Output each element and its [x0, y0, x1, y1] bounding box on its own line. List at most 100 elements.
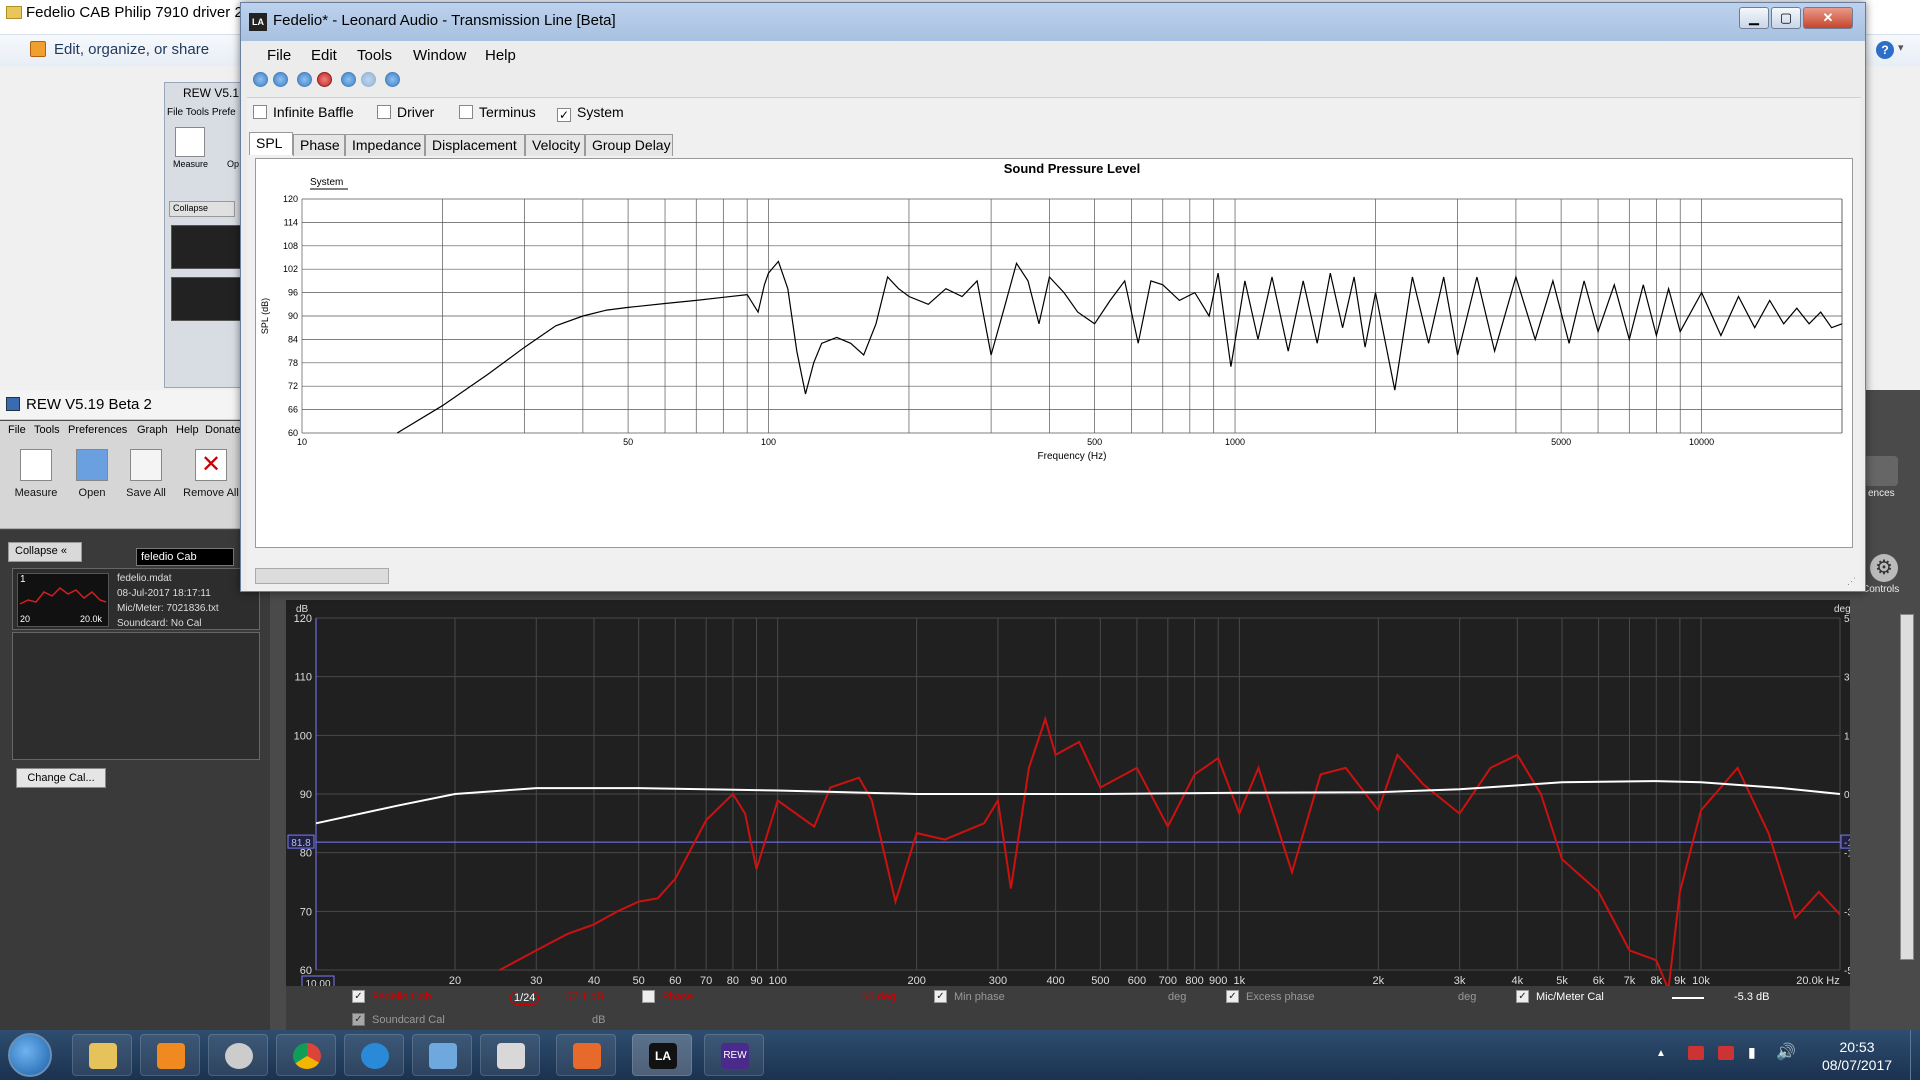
remote-desktop-taskbar-icon[interactable]	[412, 1034, 472, 1076]
resize-grip-icon[interactable]: ⋰	[1847, 576, 1856, 587]
open-icon[interactable]	[273, 72, 288, 87]
x-tick-label: 10000	[1689, 437, 1714, 447]
menu-graph[interactable]: Graph	[137, 424, 168, 436]
horizontal-scrollbar[interactable]	[255, 568, 389, 584]
chrome-taskbar-icon[interactable]	[276, 1034, 336, 1076]
rew-small-menu[interactable]: File Tools Prefe	[167, 107, 236, 118]
clock[interactable]: 20:53 08/07/2017	[1812, 1038, 1902, 1074]
menu-donate[interactable]: Donate	[205, 424, 240, 436]
x-tick-label: 100	[761, 437, 776, 447]
show-desktop-button[interactable]	[1910, 1030, 1920, 1080]
minimize-icon[interactable]: ▁	[1739, 7, 1769, 29]
save-all-button[interactable]: Save All	[118, 447, 174, 519]
fedelio-cab-checkbox[interactable]: ✓	[352, 990, 365, 1003]
terminus-checkbox[interactable]: Terminus	[459, 104, 536, 120]
smoothing-value[interactable]: 1/24	[510, 991, 540, 1005]
forward-icon[interactable]	[361, 72, 376, 87]
x-tick-label: 50	[623, 437, 633, 447]
menu-file[interactable]: File	[267, 47, 291, 64]
explorer-title: Fedelio CAB Philip 7910 driver 24	[26, 4, 252, 21]
change-cal-button[interactable]: Change Cal...	[16, 768, 106, 788]
fedelio-cab-label: Fedelio Cab	[372, 991, 432, 1003]
stop-icon[interactable]	[317, 72, 332, 87]
folder-icon	[89, 1043, 117, 1069]
measure-button[interactable]: Measure	[8, 447, 64, 519]
y-unit-label: dB	[296, 604, 309, 615]
new-icon[interactable]	[253, 72, 268, 87]
menu-edit[interactable]: Edit	[311, 47, 337, 64]
menu-preferences[interactable]: Preferences	[68, 424, 127, 436]
action-center-icon[interactable]	[1688, 1046, 1704, 1060]
menu-tools[interactable]: Tools	[357, 47, 392, 64]
remove-all-button[interactable]: ✕ Remove All	[178, 447, 244, 519]
x-tick-label: 10k	[1692, 975, 1710, 986]
tab-group-delay[interactable]: Group Delay	[585, 134, 673, 156]
volume-icon[interactable]: 🔊	[1776, 1042, 1796, 1062]
min-phase-checkbox[interactable]: ✓	[934, 990, 947, 1003]
system-checkbox[interactable]: ✓ System	[557, 104, 624, 122]
legend-label: System	[310, 177, 343, 188]
x-tick-label: 5k	[1556, 975, 1568, 986]
phase-checkbox[interactable]	[642, 990, 655, 1003]
ie-taskbar-icon[interactable]	[344, 1034, 404, 1076]
driver-checkbox[interactable]: Driver	[377, 104, 434, 120]
media-player-taskbar-icon[interactable]	[140, 1034, 200, 1076]
collapse-button[interactable]: Collapse	[169, 201, 235, 217]
calculator-taskbar-icon[interactable]	[480, 1034, 540, 1076]
soundcard-cal-unit: dB	[592, 1014, 606, 1026]
menu-tools[interactable]: Tools	[34, 424, 60, 436]
menu-help[interactable]: Help	[176, 424, 199, 436]
spl-chart-svg: Sound Pressure Level60667278849096102108…	[260, 161, 1843, 462]
power-icon[interactable]	[1718, 1046, 1734, 1060]
tab-impedance[interactable]: Impedance	[345, 134, 425, 156]
soundcard-cal-checkbox[interactable]: ✓	[352, 1013, 365, 1026]
show-hidden-icons-icon[interactable]: ▲	[1656, 1048, 1666, 1059]
network-icon[interactable]: ▮	[1748, 1044, 1756, 1061]
excess-phase-unit: deg	[1458, 991, 1477, 1003]
record-icon[interactable]	[297, 72, 312, 87]
circle-app-taskbar-icon[interactable]	[208, 1034, 268, 1076]
back-icon[interactable]	[341, 72, 356, 87]
measurement-item[interactable]: 1 20 20.0k fedelio.mdat 08-Jul-2017 18:1…	[12, 568, 260, 630]
mic-cal-checkbox[interactable]: ✓	[1516, 990, 1529, 1003]
help-icon[interactable]: ?	[1876, 41, 1894, 59]
preferences-icon[interactable]	[1864, 456, 1898, 486]
excess-phase-checkbox[interactable]: ✓	[1226, 990, 1239, 1003]
explorer-command-label[interactable]: Edit, organize, or share	[54, 41, 209, 58]
soundcard-cal-label: Soundcard Cal	[372, 1014, 445, 1026]
open-label: Op	[227, 159, 240, 169]
tab-displacement[interactable]: Displacement	[425, 134, 525, 156]
chevron-down-icon[interactable]: ▾	[1898, 41, 1904, 54]
menu-window[interactable]: Window	[413, 47, 466, 64]
menu-help[interactable]: Help	[485, 47, 516, 64]
infinite-baffle-checkbox[interactable]: Infinite Baffle	[253, 104, 354, 120]
play-icon[interactable]	[385, 72, 400, 87]
vertical-scrollbar[interactable]	[1900, 614, 1914, 960]
open-button[interactable]: Open	[64, 447, 120, 519]
rew-graph[interactable]: 120110100908070605403601800-180-360-540d…	[286, 600, 1868, 994]
rew-small-title: REW V5.1	[183, 86, 240, 100]
measure-icon[interactable]	[175, 127, 205, 157]
menu-file[interactable]: File	[8, 424, 26, 436]
tab-spl[interactable]: SPL	[249, 132, 293, 155]
rew-taskbar-icon[interactable]: REW	[704, 1034, 764, 1076]
start-button[interactable]	[8, 1033, 52, 1077]
y2-tick-label: -360	[1844, 907, 1850, 918]
paint-taskbar-icon[interactable]	[556, 1034, 616, 1076]
measurement-thumb[interactable]	[171, 277, 241, 321]
measure-icon	[20, 449, 52, 481]
close-icon[interactable]: ✕	[1803, 7, 1853, 29]
x-tick-label: 20.0k Hz	[1796, 975, 1839, 986]
leonard-audio-taskbar-icon[interactable]: LA	[632, 1034, 692, 1076]
tab-phase[interactable]: Phase	[293, 134, 345, 156]
y2-tick-label: -180	[1844, 849, 1850, 860]
collapse-button[interactable]: Collapse «	[8, 542, 82, 562]
y-tick-label: 70	[300, 906, 312, 918]
maximize-icon[interactable]: ▢	[1771, 7, 1801, 29]
explorer-taskbar-icon[interactable]	[72, 1034, 132, 1076]
tab-velocity[interactable]: Velocity	[525, 134, 585, 156]
measurement-thumb[interactable]	[171, 225, 241, 269]
measurement-name-field[interactable]: feledio Cab	[136, 548, 234, 566]
chart-title: Sound Pressure Level	[1004, 161, 1141, 176]
gear-icon[interactable]: ⚙	[1870, 554, 1898, 582]
